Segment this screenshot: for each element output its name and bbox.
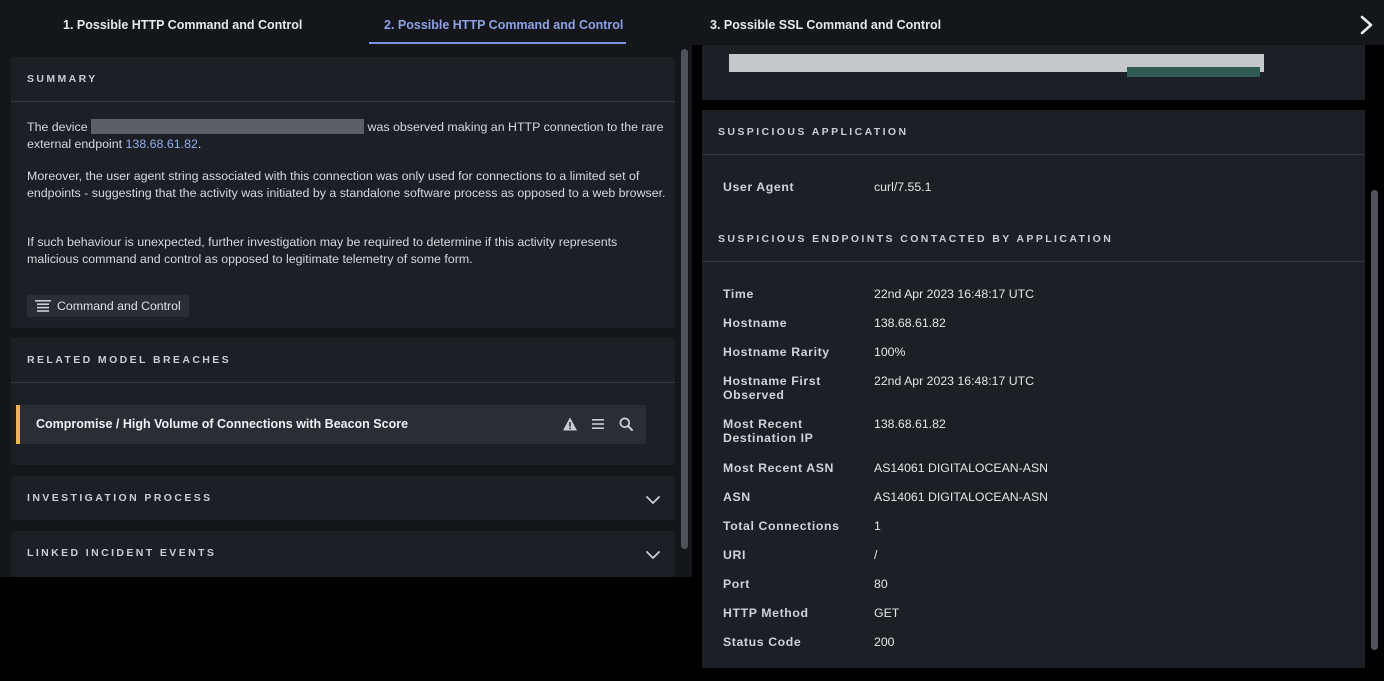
summary-title: SUMMARY <box>27 73 98 85</box>
right-scrollbar[interactable] <box>1371 190 1378 650</box>
endpoint-key: URI <box>723 548 746 562</box>
endpoint-key: Port <box>723 577 750 591</box>
redacted-button <box>1127 67 1260 77</box>
related-breaches-panel: RELATED MODEL BREACHES <box>11 338 675 465</box>
mitre-tag[interactable]: Command and Control <box>27 295 189 317</box>
endpoint-value: 138.68.61.82 <box>874 316 946 330</box>
chevron-down-icon[interactable] <box>645 494 661 506</box>
chevron-right-icon[interactable] <box>1357 13 1377 37</box>
user-agent-key: User Agent <box>723 180 795 194</box>
linked-incident-events-title: LINKED INCIDENT EVENTS <box>27 547 217 559</box>
summary-paragraph-1: The device was observed making an HTTP c… <box>27 119 667 152</box>
tab-http-c2-1[interactable]: 1. Possible HTTP Command and Control <box>63 18 302 32</box>
endpoint-link[interactable]: 138.68.61.82 <box>126 137 198 151</box>
suspicious-endpoints-title: SUSPICIOUS ENDPOINTS CONTACTED BY APPLIC… <box>718 233 1114 245</box>
summary-text-start: The device <box>27 120 88 134</box>
endpoint-value: 138.68.61.82 <box>874 417 946 431</box>
list-lines-icon <box>35 300 51 312</box>
endpoint-value: 80 <box>874 577 888 591</box>
summary-paragraph-2: Moreover, the user agent string associat… <box>27 169 666 200</box>
endpoint-value: GET <box>874 606 900 620</box>
endpoint-value: 100% <box>874 345 906 359</box>
endpoint-value: / <box>874 548 878 562</box>
endpoint-key: Hostname Rarity <box>723 345 830 359</box>
search-icon[interactable] <box>618 416 634 432</box>
redacted-device-name <box>91 119 365 134</box>
summary-text-end: . <box>197 136 202 151</box>
left-scrollbar[interactable] <box>681 49 688 549</box>
endpoint-key: Status Code <box>723 635 802 649</box>
tab-http-c2-2[interactable]: 2. Possible HTTP Command and Control <box>384 18 623 32</box>
divider <box>11 101 675 102</box>
linked-incident-events-panel[interactable]: LINKED INCIDENT EVENTS <box>11 531 675 577</box>
tab-bar: 1. Possible HTTP Command and Control 2. … <box>0 0 1384 45</box>
endpoint-key: Hostname First Observed <box>723 374 821 402</box>
divider <box>11 382 675 383</box>
endpoint-key: Most Recent Destination IP <box>723 417 814 445</box>
details-panel: SUSPICIOUS APPLICATION User Agent curl/7… <box>702 110 1365 668</box>
right-top-panel <box>702 45 1365 100</box>
endpoint-key: Time <box>723 287 754 301</box>
endpoint-key: HTTP Method <box>723 606 809 620</box>
endpoint-value: 22nd Apr 2023 16:48:17 UTC <box>874 374 1034 388</box>
warning-icon[interactable] <box>562 416 578 432</box>
endpoint-key: ASN <box>723 490 751 504</box>
endpoint-value: AS14061 DIGITALOCEAN-ASN <box>874 490 1049 504</box>
endpoint-key: Most Recent ASN <box>723 461 835 475</box>
user-agent-value: curl/7.55.1 <box>874 180 932 194</box>
tab-ssl-c2-3[interactable]: 3. Possible SSL Command and Control <box>710 18 941 32</box>
divider <box>702 261 1365 262</box>
suspicious-application-title: SUSPICIOUS APPLICATION <box>718 126 909 138</box>
tag-label: Command and Control <box>57 299 181 313</box>
divider <box>702 154 1365 155</box>
left-pane: SUMMARY The device was observed making a… <box>0 45 692 577</box>
endpoint-value: 200 <box>874 635 895 649</box>
endpoint-key: Total Connections <box>723 519 840 533</box>
endpoint-key: Hostname <box>723 316 788 330</box>
model-breach-row[interactable]: Compromise / High Volume of Connections … <box>16 405 646 444</box>
endpoint-value: 22nd Apr 2023 16:48:17 UTC <box>874 287 1034 301</box>
related-breaches-title: RELATED MODEL BREACHES <box>27 354 232 366</box>
endpoint-value: 1 <box>874 519 881 533</box>
menu-icon[interactable] <box>590 416 606 432</box>
endpoint-value: AS14061 DIGITALOCEAN-ASN <box>874 461 1049 475</box>
chevron-down-icon[interactable] <box>645 549 661 561</box>
investigation-process-panel[interactable]: INVESTIGATION PROCESS <box>11 476 675 520</box>
summary-paragraph-3: If such behaviour is unexpected, further… <box>27 235 618 266</box>
active-tab-indicator <box>369 42 626 44</box>
breach-label: Compromise / High Volume of Connections … <box>36 417 409 431</box>
investigation-process-title: INVESTIGATION PROCESS <box>27 492 213 504</box>
summary-panel: SUMMARY The device was observed making a… <box>11 57 675 328</box>
